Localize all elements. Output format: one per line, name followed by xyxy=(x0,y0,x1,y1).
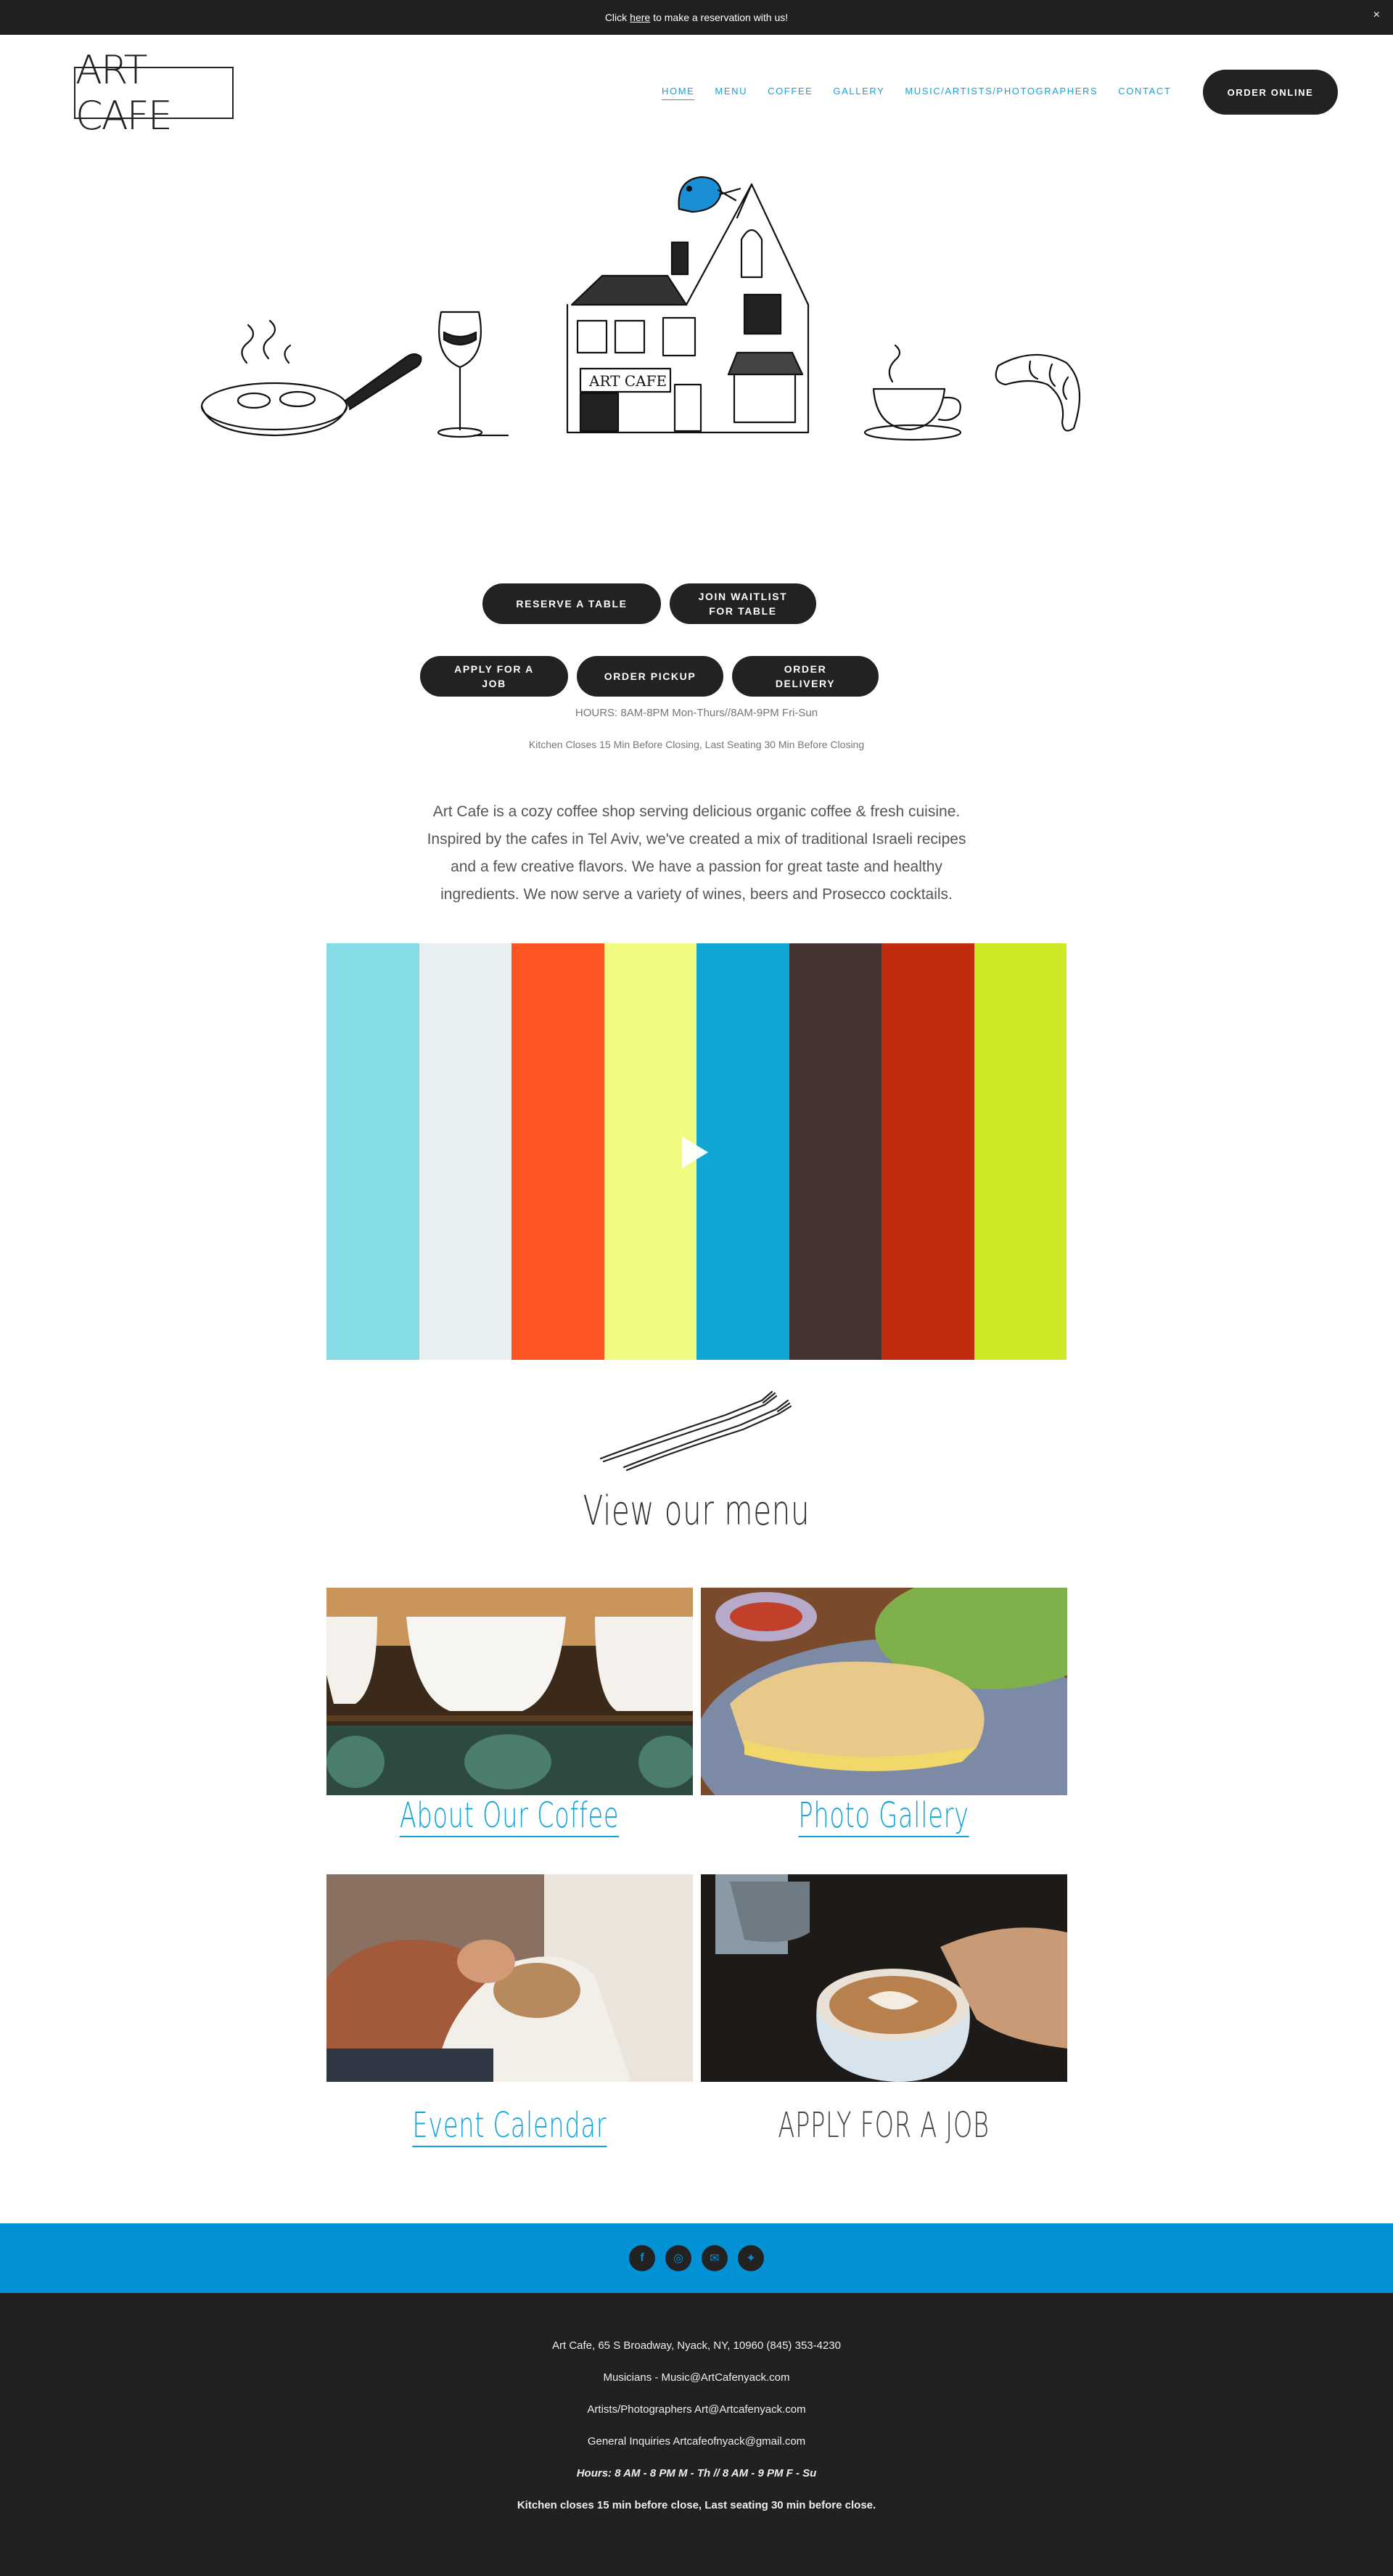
reservation-link[interactable]: here xyxy=(630,12,650,23)
email-icon[interactable]: ✉ xyxy=(702,2245,728,2271)
about-coffee-label: About Our Coffee xyxy=(400,1795,620,1837)
nav-home[interactable]: HOME xyxy=(662,86,695,100)
announcement-suffix: to make a reservation with us! xyxy=(653,12,789,23)
footer-kitchen-note: Kitchen closes 15 min before close, Last… xyxy=(517,2499,876,2511)
announcement-prefix: Click xyxy=(604,12,628,23)
join-waitlist-button[interactable]: JOIN WAITLIST FOR TABLE xyxy=(670,583,816,624)
nav-gallery[interactable]: GALLERY xyxy=(833,86,884,100)
site-footer: Art Cafe, 65 S Broadway, Nyack, NY, 1096… xyxy=(0,2293,1393,2576)
bird-icon xyxy=(678,176,741,213)
order-pickup-button[interactable]: ORDER PICKUP xyxy=(577,656,723,697)
logo-text: ART CAFE xyxy=(75,47,173,139)
close-icon[interactable]: × xyxy=(1373,9,1380,22)
event-calendar-label: Event Calendar xyxy=(412,2105,607,2147)
photo-gallery-link[interactable]: Photo Gallery xyxy=(701,1795,1067,1837)
main-nav: HOME MENU COFFEE GALLERY MUSIC/ARTISTS/P… xyxy=(662,86,1191,100)
order-delivery-button[interactable]: ORDER DELIVERY xyxy=(732,656,879,697)
kitchen-hours-text: Kitchen Closes 15 Min Before Closing, La… xyxy=(528,739,865,750)
photo-gallery-label: Photo Gallery xyxy=(798,1795,970,1837)
footer-musicians-contact: Musicians - Music@ArtCafenyack.com xyxy=(603,2371,790,2384)
video-color-bar xyxy=(511,943,604,1360)
nav-contact[interactable]: CONTACT xyxy=(1118,86,1171,100)
apply-job-heading[interactable]: APPLY FOR A JOB xyxy=(701,2105,1067,2146)
site-header: ART CAFE HOME MENU COFFEE GALLERY MUSIC/… xyxy=(0,35,1393,151)
cafe-house-icon: ART CAFE xyxy=(566,183,810,434)
delivery-label-line2: DELIVERY xyxy=(775,678,836,689)
video-color-bar xyxy=(696,943,789,1360)
waitlist-label-line2: FOR TABLE xyxy=(709,605,777,617)
site-logo[interactable]: ART CAFE xyxy=(74,47,234,139)
about-coffee-link[interactable]: About Our Coffee xyxy=(326,1795,693,1837)
instagram-icon[interactable]: ◎ xyxy=(665,2245,691,2271)
hero-illustration: ART CAFE xyxy=(200,176,1081,441)
twitter-icon[interactable]: ✦ xyxy=(738,2245,764,2271)
nav-coffee[interactable]: COFFEE xyxy=(768,86,813,100)
croissant-icon xyxy=(995,353,1081,432)
video-color-bar xyxy=(419,943,511,1360)
events-tile-image[interactable] xyxy=(326,1874,693,2082)
video-color-bar xyxy=(326,943,419,1360)
nav-menu[interactable]: MENU xyxy=(715,86,747,100)
apply-label-line2: JOB xyxy=(482,678,506,689)
job-tile-image[interactable] xyxy=(701,1874,1067,2082)
footer-hours: Hours: 8 AM - 8 PM M - Th // 8 AM - 9 PM… xyxy=(576,2467,817,2479)
coffee-tile-image[interactable] xyxy=(326,1588,693,1795)
announcement-bar: Click here to make a reservation with us… xyxy=(0,0,1393,35)
facebook-icon[interactable]: f xyxy=(629,2245,655,2271)
hero-sign-text: ART CAFE xyxy=(588,372,667,390)
coffee-cup-icon xyxy=(863,344,962,441)
hours-text: HOURS: 8AM-8PM Mon-Thurs//8AM-9PM Fri-Su… xyxy=(575,707,818,719)
footer-general-contact: General Inquiries Artcafeofnyack@gmail.c… xyxy=(587,2435,806,2448)
video-player[interactable] xyxy=(326,943,1067,1360)
social-band: f ◎ ✉ ✦ xyxy=(0,2223,1393,2293)
video-color-bar xyxy=(882,943,974,1360)
video-color-bar xyxy=(789,943,882,1360)
play-icon[interactable] xyxy=(682,1136,708,1168)
gallery-tile-image[interactable] xyxy=(701,1588,1067,1795)
intro-paragraph: Art Cafe is a cozy coffee shop serving d… xyxy=(427,803,966,903)
apply-job-label: APPLY FOR A JOB xyxy=(778,2105,990,2146)
wine-glass-icon xyxy=(437,311,509,438)
apply-job-button[interactable]: APPLY FOR A JOB xyxy=(420,656,568,697)
nav-music-artists[interactable]: MUSIC/ARTISTS/PHOTOGRAPHERS xyxy=(905,86,1098,100)
video-color-bar xyxy=(974,943,1067,1360)
frying-pan-icon xyxy=(200,319,422,437)
delivery-label-line1: ORDER xyxy=(784,663,827,675)
order-online-button[interactable]: ORDER ONLINE xyxy=(1203,70,1338,115)
waitlist-label-line1: JOIN WAITLIST xyxy=(698,591,788,602)
apply-label-line1: APPLY FOR A xyxy=(454,663,534,675)
view-menu-heading[interactable]: View our menu xyxy=(195,1488,1198,1535)
footer-address: Art Cafe, 65 S Broadway, Nyack, NY, 1096… xyxy=(551,2339,841,2352)
reserve-table-button[interactable]: RESERVE A TABLE xyxy=(482,583,661,624)
event-calendar-link[interactable]: Event Calendar xyxy=(326,2105,693,2147)
forks-icon xyxy=(599,1390,792,1472)
footer-artists-contact: Artists/Photographers Art@Artcafenyack.c… xyxy=(587,2403,806,2416)
